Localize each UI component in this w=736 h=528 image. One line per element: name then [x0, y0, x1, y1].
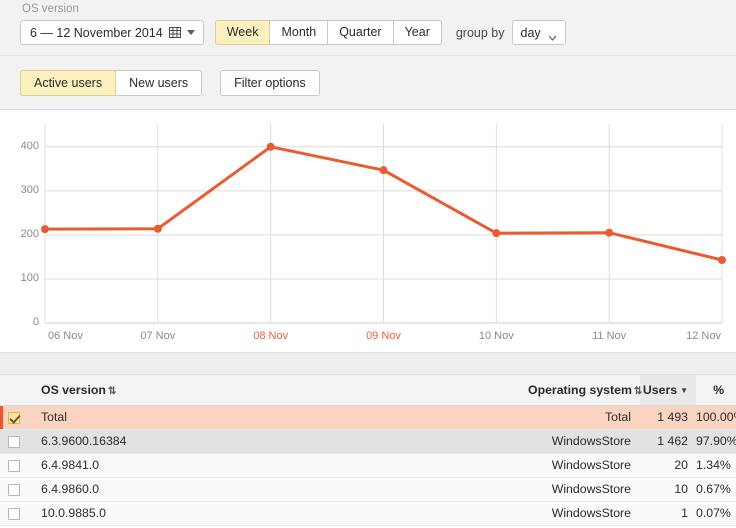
table-head: OS version ⇅ Operating system ⇅ Users ▼ % — [0, 375, 736, 406]
table-row[interactable]: 6.4.9841.0 WindowsStore 20 1.34% — [0, 453, 736, 478]
chart-y-tick-label: 0 — [32, 316, 39, 328]
date-range-picker[interactable]: 6 — 12 November 2014 — [20, 20, 204, 45]
chart-data-point[interactable] — [153, 224, 162, 233]
cell-operating-system: WindowsStore — [528, 429, 640, 454]
cell-users: 1 493 — [640, 405, 696, 430]
cell-os-version: 10.0.9885.0 — [28, 501, 528, 526]
tab-bar: Active users New users Filter options — [0, 56, 736, 110]
chart-x-tick-label: 06 Nov — [48, 330, 83, 342]
cell-users: 20 — [640, 453, 696, 478]
section-label: OS version — [22, 3, 79, 15]
cell-users: 10 — [640, 477, 696, 502]
sort-updown-icon: ⇅ — [107, 385, 117, 397]
toolbar-controls: 6 — 12 November 2014 Week Month Quarter — [20, 20, 566, 45]
group-by-value: day — [520, 25, 541, 40]
chart-x-tick-label: 11 Nov — [592, 330, 627, 342]
cell-operating-system: WindowsStore — [528, 501, 640, 526]
chevron-down-icon — [548, 30, 557, 41]
table-row[interactable]: TotalTotal1 493100.00% — [0, 405, 736, 430]
chart-data-point[interactable] — [41, 225, 49, 234]
cell-percent: 1.34% — [696, 453, 736, 478]
cell-percent: 100.00% — [696, 405, 736, 430]
tab-new-users[interactable]: New users — [116, 70, 203, 96]
filter-options-button[interactable]: Filter options — [220, 70, 320, 96]
table-row[interactable]: 10.0.9885.0 WindowsStore 1 0.07% — [0, 501, 736, 526]
cell-operating-system: Total — [528, 405, 640, 430]
checkbox-checked-icon[interactable] — [8, 411, 20, 424]
chart-data-point[interactable] — [605, 228, 614, 237]
top-toolbar: OS version 6 — 12 November 2014 Week Mon… — [0, 0, 736, 56]
table-body: TotalTotal1 493100.00%6.3.9600.16384Wind… — [0, 405, 736, 526]
chart-x-tick-label: 12 Nov — [686, 330, 721, 342]
sort-updown-icon: ⇅ — [633, 385, 643, 397]
header-percent[interactable]: % — [696, 375, 736, 406]
checkbox-icon[interactable] — [8, 459, 20, 472]
row-checkbox-cell[interactable] — [0, 453, 28, 478]
chart-x-tick-label: 08 Nov — [253, 330, 289, 342]
cell-users: 1 — [640, 501, 696, 526]
tab-active-users[interactable]: Active users — [20, 70, 117, 96]
chart-x-tick-label: 09 Nov — [366, 330, 401, 342]
cell-operating-system: WindowsStore — [528, 477, 640, 502]
calendar-icon — [168, 27, 181, 38]
tab-bar-inner: Active users New users Filter options — [20, 70, 320, 96]
chart-y-tick-label: 200 — [20, 227, 39, 240]
period-button-quarter[interactable]: Quarter — [328, 20, 394, 45]
chart-panel: 0 100 200 300 400 06 Nov 07 Nov 08 Nov 09 Nov 10… — [0, 110, 736, 353]
chart-data-point[interactable] — [718, 256, 726, 265]
table-row[interactable]: 6.3.9600.16384 WindowsStore 1 462 97.90% — [0, 429, 736, 454]
header-percent-label: % — [713, 382, 724, 397]
period-button-month[interactable]: Month — [270, 20, 329, 45]
cell-operating-system: WindowsStore — [528, 453, 640, 478]
header-operating-system-label: Operating system — [528, 382, 632, 397]
chart-data-point[interactable] — [379, 166, 388, 175]
checkbox-icon[interactable] — [8, 435, 20, 448]
user-type-tabs: Active users New users — [20, 70, 203, 96]
period-button-year[interactable]: Year — [393, 20, 442, 45]
date-range-text: 6 — 12 November 2014 — [30, 25, 163, 40]
active-users-line-chart[interactable] — [0, 110, 736, 353]
row-checkbox-cell[interactable] — [0, 429, 28, 454]
period-selector: Week Month Quarter Year — [214, 20, 442, 45]
os-version-table: OS version ⇅ Operating system ⇅ Users ▼ % T… — [0, 375, 736, 526]
cell-percent: 0.07% — [696, 501, 736, 526]
cell-percent: 97.90% — [696, 429, 736, 454]
cell-os-version: 6.4.9841.0 — [28, 453, 528, 478]
period-button-week[interactable]: Week — [214, 20, 271, 45]
header-operating-system[interactable]: Operating system ⇅ — [528, 375, 643, 406]
chart-data-point[interactable] — [492, 229, 501, 238]
chart-y-tick-label: 100 — [20, 271, 39, 284]
cell-os-version: Total — [28, 405, 528, 430]
checkbox-icon[interactable] — [8, 483, 20, 496]
caret-down-icon — [186, 30, 195, 35]
chart-y-tick-label: 400 — [20, 139, 39, 152]
checkbox-icon[interactable] — [8, 507, 20, 520]
chart-data-point[interactable] — [266, 142, 275, 151]
cell-users: 1 462 — [640, 429, 696, 454]
cell-os-version: 6.3.9600.16384 — [28, 429, 528, 454]
cell-os-version: 6.4.9860.0 — [28, 477, 528, 502]
row-checkbox-cell[interactable] — [0, 501, 28, 526]
row-checkbox-cell[interactable] — [0, 405, 28, 430]
sort-desc-icon: ▼ — [680, 385, 688, 395]
group-by-select[interactable]: day — [511, 20, 566, 45]
group-by-label: group by — [455, 25, 505, 40]
header-users[interactable]: Users ▼ — [640, 375, 696, 406]
header-select-all[interactable] — [0, 375, 28, 406]
table-row[interactable]: 6.4.9860.0 WindowsStore 10 0.67% — [0, 477, 736, 502]
table-header-row: OS version ⇅ Operating system ⇅ Users ▼ % — [0, 375, 736, 406]
chart-y-tick-label: 300 — [20, 183, 39, 196]
header-os-version-label: OS version — [41, 382, 106, 397]
header-os-version[interactable]: OS version ⇅ — [28, 375, 528, 406]
cell-percent: 0.67% — [696, 477, 736, 502]
panel-separator — [0, 353, 736, 375]
os-version-table-wrap: OS version ⇅ Operating system ⇅ Users ▼ % T… — [0, 375, 736, 526]
header-users-label: Users — [642, 382, 678, 397]
chart-x-tick-label: 07 Nov — [140, 330, 176, 342]
chart-x-tick-label: 10 Nov — [478, 330, 514, 342]
analytics-page: OS version 6 — 12 November 2014 Week Mon… — [0, 0, 736, 528]
row-checkbox-cell[interactable] — [0, 477, 28, 502]
